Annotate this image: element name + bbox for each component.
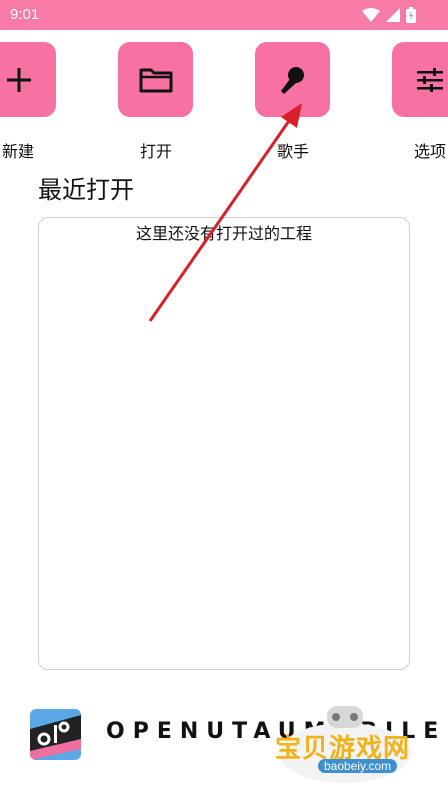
battery-icon xyxy=(406,7,416,23)
options-button[interactable] xyxy=(392,42,448,117)
singer-label: 歌手 xyxy=(276,142,309,161)
new-project-label: 新建 xyxy=(1,142,34,161)
microphone-icon xyxy=(280,66,304,94)
new-project-button[interactable] xyxy=(0,42,56,117)
recent-projects-list[interactable]: 这里还没有打开过的工程 xyxy=(38,217,410,670)
open-project-label: 打开 xyxy=(139,142,172,161)
folder-icon xyxy=(139,68,172,92)
open-project-button[interactable] xyxy=(118,42,193,117)
wifi-icon xyxy=(362,8,380,22)
singer-button[interactable] xyxy=(255,42,330,117)
recent-title: 最近打开 xyxy=(38,176,134,204)
plus-icon xyxy=(6,67,31,92)
status-icons xyxy=(362,7,416,23)
status-bar: 9:01 xyxy=(0,0,448,30)
sliders-icon xyxy=(416,67,443,92)
app-logo xyxy=(30,709,81,760)
empty-message: 这里还没有打开过的工程 xyxy=(135,224,312,243)
status-time: 9:01 xyxy=(10,6,40,23)
signal-icon xyxy=(386,8,400,22)
watermark-url: baobeiy.com xyxy=(318,759,398,773)
options-label: 选项 xyxy=(413,142,446,161)
